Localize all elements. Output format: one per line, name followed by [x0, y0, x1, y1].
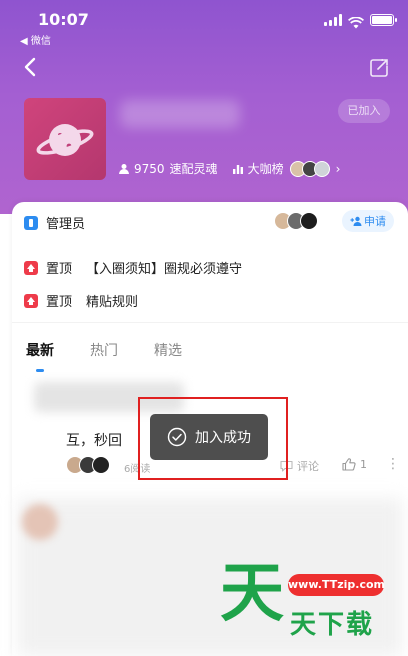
- leaderboard-avatars[interactable]: [289, 160, 330, 177]
- more-options-icon[interactable]: ⋮: [386, 456, 400, 472]
- admin-label: 管理员: [46, 217, 86, 232]
- watermark-url: www.TTzip.com: [288, 574, 385, 596]
- apply-button[interactable]: 申请: [342, 210, 394, 232]
- tab-latest[interactable]: 最新: [26, 340, 54, 372]
- feed-tabs: 最新 热门 精选: [26, 340, 182, 372]
- status-time: 10:07: [38, 10, 89, 29]
- leaderboard-label[interactable]: 大咖榜: [248, 160, 284, 177]
- pinned-title: 【入圈须知】圈规必须遵守: [86, 262, 243, 277]
- admin-row[interactable]: 管理员: [24, 213, 85, 232]
- pin-icon: [24, 293, 38, 308]
- group-name-blurred: [120, 100, 240, 128]
- planet-icon: [36, 124, 94, 156]
- bar-chart-icon[interactable]: [232, 163, 244, 175]
- tab-hot[interactable]: 热门: [90, 340, 118, 360]
- member-label: 速配灵魂: [169, 162, 218, 176]
- share-icon[interactable]: [368, 57, 390, 79]
- member-count: 9750: [134, 161, 165, 176]
- pinned-post-2[interactable]: 置顶 精贴规则: [24, 291, 138, 310]
- avatar: [313, 160, 330, 177]
- group-stats: 9750 速配灵魂 大咖榜 ›: [118, 160, 340, 177]
- avatar: [92, 456, 110, 474]
- pin-icon: [24, 260, 38, 275]
- watermark-big-char: 天: [220, 557, 284, 631]
- watermark-text: 天下载: [290, 610, 375, 640]
- thumbs-up-icon: [342, 458, 356, 471]
- divider: [12, 322, 408, 323]
- post-text[interactable]: 互，秒回: [66, 430, 122, 450]
- toast-notification: 加入成功: [150, 414, 268, 460]
- admin-badge-icon: [24, 215, 38, 230]
- battery-icon: [370, 14, 397, 26]
- status-icons: [324, 14, 397, 29]
- admin-avatars[interactable]: [274, 212, 318, 230]
- tab-featured[interactable]: 精选: [154, 340, 182, 360]
- group-header: 10:07 ◀ 微信 已加入 9750 速配灵魂 大咖榜 ›: [0, 0, 408, 214]
- person-icon: [119, 163, 129, 174]
- avatar: [300, 212, 318, 230]
- check-circle-icon: [167, 427, 187, 447]
- back-arrow-icon[interactable]: [22, 56, 40, 78]
- back-to-app-link[interactable]: ◀ 微信: [20, 32, 51, 47]
- pin-tag: 置顶: [46, 295, 73, 310]
- group-avatar: [24, 98, 106, 180]
- post-reader-avatars: [66, 456, 110, 474]
- avatar: [22, 504, 58, 540]
- pin-tag: 置顶: [46, 262, 73, 277]
- joined-button[interactable]: 已加入: [338, 99, 390, 123]
- apply-label: 申请: [364, 215, 386, 228]
- wifi-icon: [347, 14, 365, 29]
- like-button[interactable]: 1: [342, 458, 367, 471]
- like-count: 1: [360, 458, 367, 471]
- pinned-post-1[interactable]: 置顶 【入圈须知】圈规必须遵守: [24, 258, 242, 277]
- comment-label: 评论: [297, 460, 319, 473]
- pinned-title: 精贴规则: [86, 295, 139, 310]
- add-person-icon: [350, 216, 362, 226]
- cellular-signal-icon: [324, 14, 342, 26]
- chevron-right-icon[interactable]: ›: [336, 162, 341, 176]
- toast-message: 加入成功: [195, 430, 251, 446]
